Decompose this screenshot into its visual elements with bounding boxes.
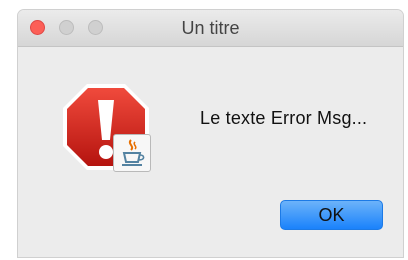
title-bar[interactable]: Un titre <box>18 10 403 47</box>
error-message: Le texte Error Msg... <box>200 108 368 128</box>
dialog-window: Un titre Le texte Error Msg... OK <box>18 10 403 257</box>
window-title: Un titre <box>181 18 240 38</box>
ok-button[interactable]: OK <box>280 200 383 230</box>
error-icon <box>63 82 155 174</box>
java-coffee-icon <box>113 134 151 172</box>
